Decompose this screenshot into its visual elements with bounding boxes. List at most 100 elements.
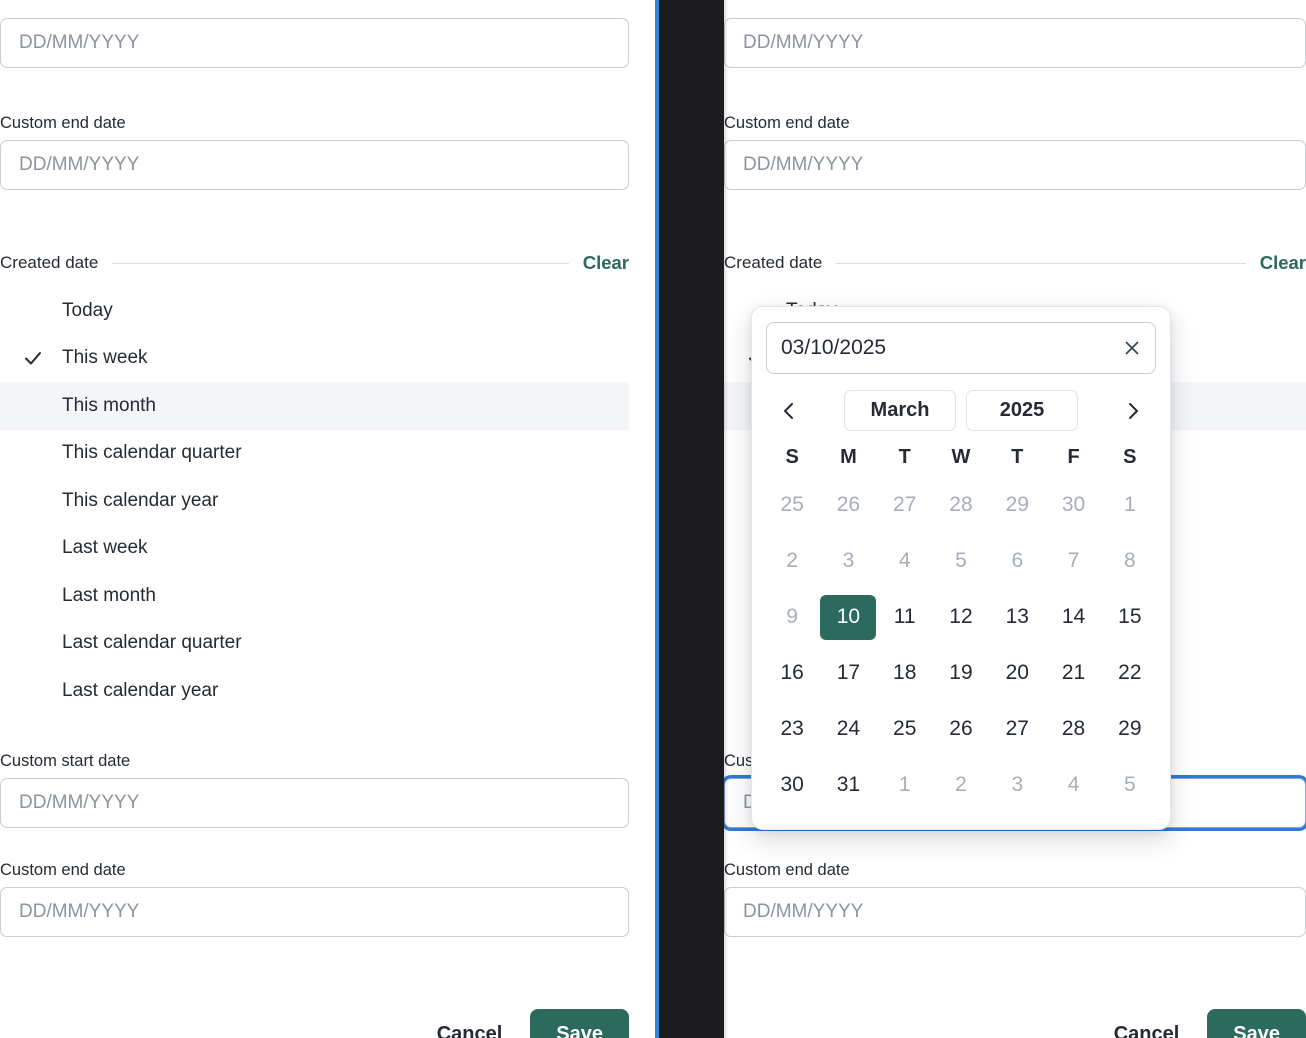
calendar-day[interactable]: 20: [989, 651, 1045, 696]
calendar-day[interactable]: 24: [820, 707, 876, 752]
calendar-day[interactable]: 29: [1102, 707, 1158, 752]
calendar-day[interactable]: 27: [989, 707, 1045, 752]
custom-start-date-input[interactable]: [0, 778, 629, 828]
calendar-day[interactable]: 12: [933, 595, 989, 640]
option-label: This calendar quarter: [62, 442, 242, 464]
calendar-day[interactable]: 4: [877, 539, 933, 584]
calendar-day[interactable]: 19: [933, 651, 989, 696]
custom-end-date-label-right: Custom end date: [724, 861, 850, 879]
option-row[interactable]: Last calendar quarter: [0, 620, 629, 668]
save-button-right[interactable]: Save: [1207, 1009, 1306, 1038]
calendar-cell: 2: [764, 533, 820, 589]
calendar-day[interactable]: 16: [764, 651, 820, 696]
clear-link[interactable]: Clear: [583, 252, 629, 274]
calendar-day[interactable]: 11: [877, 595, 933, 640]
chevron-left-icon[interactable]: [772, 394, 806, 428]
month-select[interactable]: March: [844, 390, 956, 431]
custom-end-date-top-input-right[interactable]: [724, 140, 1306, 190]
custom-start-date-group: Custom start date: [0, 752, 629, 828]
calendar-day[interactable]: 23: [764, 707, 820, 752]
calendar-day[interactable]: 22: [1102, 651, 1158, 696]
date-picker-input-row: [766, 322, 1156, 374]
option-row[interactable]: This calendar year: [0, 477, 629, 525]
calendar-day[interactable]: 31: [820, 763, 876, 808]
calendar-day[interactable]: 8: [1102, 539, 1158, 584]
calendar-day-selected[interactable]: 10: [820, 594, 877, 640]
calendar-day[interactable]: 26: [933, 707, 989, 752]
clipped-date-input[interactable]: [0, 18, 629, 68]
custom-end-date-top-input[interactable]: [0, 140, 629, 190]
cancel-button[interactable]: Cancel: [431, 1011, 509, 1038]
custom-end-date-input-right[interactable]: [724, 887, 1306, 937]
calendar-day[interactable]: 26: [820, 483, 876, 528]
custom-end-date-input[interactable]: [0, 887, 629, 937]
calendar-day[interactable]: 6: [989, 539, 1045, 584]
calendar-cell: 1: [877, 757, 933, 813]
cancel-button-right[interactable]: Cancel: [1108, 1011, 1186, 1038]
chevron-right-icon[interactable]: [1116, 394, 1150, 428]
calendar-day[interactable]: 30: [1046, 483, 1102, 528]
calendar-day[interactable]: 30: [764, 763, 820, 808]
calendar-day[interactable]: 1: [877, 763, 933, 808]
option-row[interactable]: Last calendar year: [0, 667, 629, 715]
calendar-cell: 4: [877, 533, 933, 589]
calendar-day[interactable]: 13: [989, 595, 1045, 640]
calendar-day[interactable]: 5: [933, 539, 989, 584]
calendar-day[interactable]: 9: [764, 595, 820, 640]
calendar-day[interactable]: 28: [933, 483, 989, 528]
calendar-day[interactable]: 14: [1046, 595, 1102, 640]
calendar-day[interactable]: 27: [877, 483, 933, 528]
save-button[interactable]: Save: [530, 1009, 629, 1038]
calendar-day[interactable]: 2: [764, 539, 820, 584]
calendar-day[interactable]: 4: [1046, 763, 1102, 808]
clear-link-right[interactable]: Clear: [1260, 252, 1306, 274]
calendar-day-header: F: [1067, 445, 1080, 468]
calendar-cell: 30: [1045, 477, 1101, 533]
calendar-cell: 30: [764, 757, 820, 813]
created-date-section-header: Created date Clear: [0, 252, 629, 274]
calendar-cell: 15: [1102, 589, 1158, 645]
calendar-day[interactable]: 25: [877, 707, 933, 752]
option-row[interactable]: Last week: [0, 525, 629, 573]
calendar-day[interactable]: 3: [820, 539, 876, 584]
calendar-cell: 22: [1102, 645, 1158, 701]
clipped-date-input-right[interactable]: [724, 18, 1306, 68]
option-row[interactable]: This week: [0, 335, 629, 383]
section-divider-right: [836, 262, 1246, 264]
calendar-cell: 28: [1045, 701, 1101, 757]
calendar-day[interactable]: 18: [877, 651, 933, 696]
calendar-day[interactable]: 1: [1102, 483, 1158, 528]
calendar-day-header: T: [1011, 445, 1024, 468]
option-row[interactable]: Last month: [0, 572, 629, 620]
calendar-day[interactable]: 7: [1046, 539, 1102, 584]
option-label: Last calendar year: [62, 679, 219, 701]
calendar-cell: 5: [933, 533, 989, 589]
created-date-label-right: Created date: [724, 253, 823, 272]
calendar-cell: 7: [1045, 533, 1101, 589]
option-row[interactable]: This calendar quarter: [0, 430, 629, 478]
calendar-day[interactable]: 25: [764, 483, 820, 528]
calendar-day[interactable]: 3: [989, 763, 1045, 808]
year-select[interactable]: 2025: [966, 390, 1078, 431]
calendar-cell: 10: [820, 589, 877, 645]
calendar-day[interactable]: 29: [989, 483, 1045, 528]
option-row[interactable]: Today: [0, 287, 629, 335]
clear-date-icon[interactable]: [1118, 334, 1146, 362]
option-label: Last week: [62, 537, 148, 559]
calendar-cell: 11: [877, 589, 933, 645]
section-divider: [112, 262, 569, 264]
calendar-cell: 26: [933, 701, 989, 757]
custom-start-date-label: Custom start date: [0, 752, 131, 770]
calendar-cell: 6: [989, 533, 1045, 589]
calendar-day[interactable]: 2: [933, 763, 989, 808]
date-picker-input[interactable]: [766, 322, 1156, 374]
option-row[interactable]: This month: [0, 382, 629, 430]
calendar-day[interactable]: 5: [1102, 763, 1158, 808]
calendar-day[interactable]: 21: [1046, 651, 1102, 696]
calendar-day[interactable]: 17: [820, 651, 876, 696]
calendar-cell: 26: [820, 477, 876, 533]
panel-footer-right: Cancel Save: [724, 1009, 1306, 1038]
calendar-day[interactable]: 28: [1046, 707, 1102, 752]
calendar-cell: 16: [764, 645, 820, 701]
calendar-day[interactable]: 15: [1102, 595, 1158, 640]
